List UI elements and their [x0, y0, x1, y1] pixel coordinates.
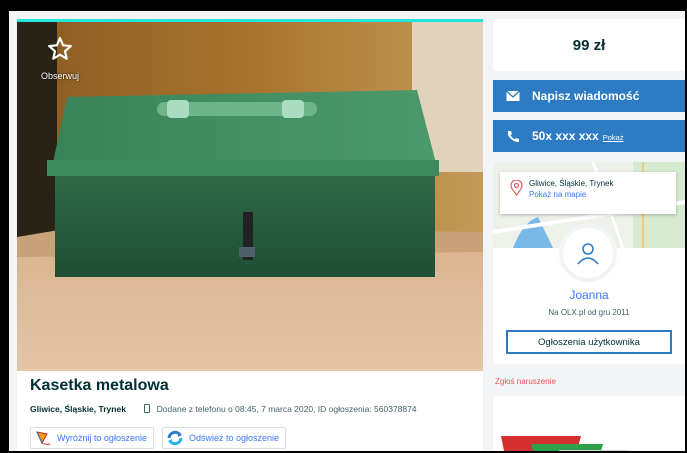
- observe-button[interactable]: Obserwuj: [29, 36, 91, 84]
- phone-icon: [144, 404, 151, 413]
- user-ads-button[interactable]: Ogłoszenia użytkownika: [506, 330, 672, 354]
- user-name[interactable]: Joanna: [493, 288, 685, 302]
- listing-photo[interactable]: Obserwuj: [17, 19, 483, 371]
- promote-label: Wyróżnij to ogłoszenie: [57, 433, 147, 443]
- listing-title: Kasetka metalowa: [30, 377, 169, 394]
- user-icon: [577, 243, 599, 265]
- map-pin-icon: [510, 180, 523, 196]
- location-popup: Gliwice, Śląskie, Trynek Pokaż na mapie: [500, 172, 676, 214]
- send-message-label: Napisz wiadomość: [532, 89, 640, 103]
- ad-image: [493, 396, 685, 451]
- refresh-icon: [167, 430, 183, 446]
- price: 99 zł: [572, 36, 606, 54]
- phone-handset-icon: [508, 131, 519, 142]
- listing-panel: Obserwuj Kasetka metalowa Gliwice, Śląsk…: [17, 19, 483, 451]
- page-frame: Obserwuj Kasetka metalowa Gliwice, Śląsk…: [9, 11, 685, 451]
- user-ads-label: Ogłoszenia użytkownika: [538, 336, 640, 348]
- refresh-button[interactable]: Odśwież to ogłoszenie: [161, 427, 287, 449]
- user-since: Na OLX.pl od gru 2011: [548, 308, 630, 317]
- envelope-icon: [506, 90, 520, 101]
- observe-label: Obserwuj: [40, 71, 79, 81]
- price-box: 99 zł: [493, 19, 685, 71]
- show-on-map-link[interactable]: Pokaż na mapie: [529, 189, 676, 200]
- show-phone-button[interactable]: 50x xxx xxx Pokaż: [493, 120, 685, 152]
- star-outline-icon: [48, 37, 72, 60]
- promo-actions: Wyróżnij to ogłoszenie Odśwież to ogłosz…: [30, 427, 287, 449]
- phone-show-link[interactable]: Pokaż: [603, 133, 624, 142]
- phone-number: 50x xxx xxx: [532, 129, 599, 143]
- listing-added-info: Dodane z telefonu o 08:45, 7 marca 2020,…: [156, 404, 417, 414]
- kite-icon: [36, 431, 51, 445]
- avatar: [559, 224, 617, 282]
- report-link[interactable]: Zgłoś naruszenie: [493, 377, 685, 386]
- user-card: Gliwice, Śląskie, Trynek Pokaż na mapie …: [493, 162, 685, 364]
- send-message-button[interactable]: Napisz wiadomość: [493, 80, 685, 112]
- ad-banner[interactable]: [493, 396, 685, 451]
- seller-sidebar: 99 zł Napisz wiadomość 50x xxx xxx Pokaż: [493, 19, 685, 451]
- map-location-text: Gliwice, Śląskie, Trynek: [529, 179, 614, 188]
- listing-location: Gliwice, Śląskie, Trynek: [30, 404, 126, 414]
- promote-button[interactable]: Wyróżnij to ogłoszenie: [30, 427, 154, 449]
- listing-meta: Gliwice, Śląskie, Trynek Dodane z telefo…: [30, 404, 417, 414]
- refresh-label: Odśwież to ogłoszenie: [188, 433, 280, 443]
